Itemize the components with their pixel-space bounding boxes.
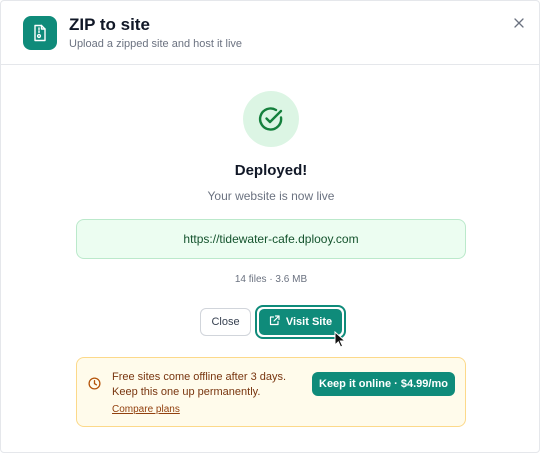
- clock-icon: [88, 377, 101, 390]
- keep-online-button[interactable]: Keep it online · $4.99/mo: [312, 372, 455, 396]
- dialog-title: ZIP to site: [69, 15, 150, 34]
- site-url[interactable]: https://tidewater-cafe.dplooy.com: [76, 219, 466, 259]
- compare-plans-link[interactable]: Compare plans: [112, 404, 180, 415]
- status-heading: Deployed!: [234, 162, 308, 179]
- upgrade-message: Free sites come offline after 3 days. Ke…: [112, 370, 302, 400]
- status-message: Your website is now live: [207, 189, 335, 203]
- upgrade-message-line2: Keep this one up permanently.: [112, 386, 261, 398]
- upgrade-banner: Free sites come offline after 3 days. Ke…: [76, 357, 466, 427]
- deploy-dialog: ZIP to site Upload a zipped site and hos…: [0, 0, 540, 453]
- site-url-text[interactable]: https://tidewater-cafe.dplooy.com: [183, 232, 358, 246]
- mouse-cursor-icon: [334, 330, 348, 349]
- close-button[interactable]: Close: [200, 308, 251, 336]
- external-link-icon: [269, 315, 280, 329]
- check-circle-icon: [243, 91, 299, 147]
- zip-file-icon: [23, 16, 57, 50]
- visit-site-button[interactable]: Visit Site: [259, 309, 342, 335]
- visit-site-focus-ring: Visit Site: [255, 305, 346, 339]
- dialog-header: ZIP to site Upload a zipped site and hos…: [1, 1, 539, 65]
- dialog-subtitle: Upload a zipped site and host it live: [69, 38, 243, 50]
- visit-site-label: Visit Site: [285, 316, 333, 328]
- upgrade-message-line1: Free sites come offline after 3 days.: [112, 371, 287, 383]
- file-info: 14 files · 3.6 MB: [234, 274, 308, 285]
- close-icon[interactable]: [512, 16, 526, 30]
